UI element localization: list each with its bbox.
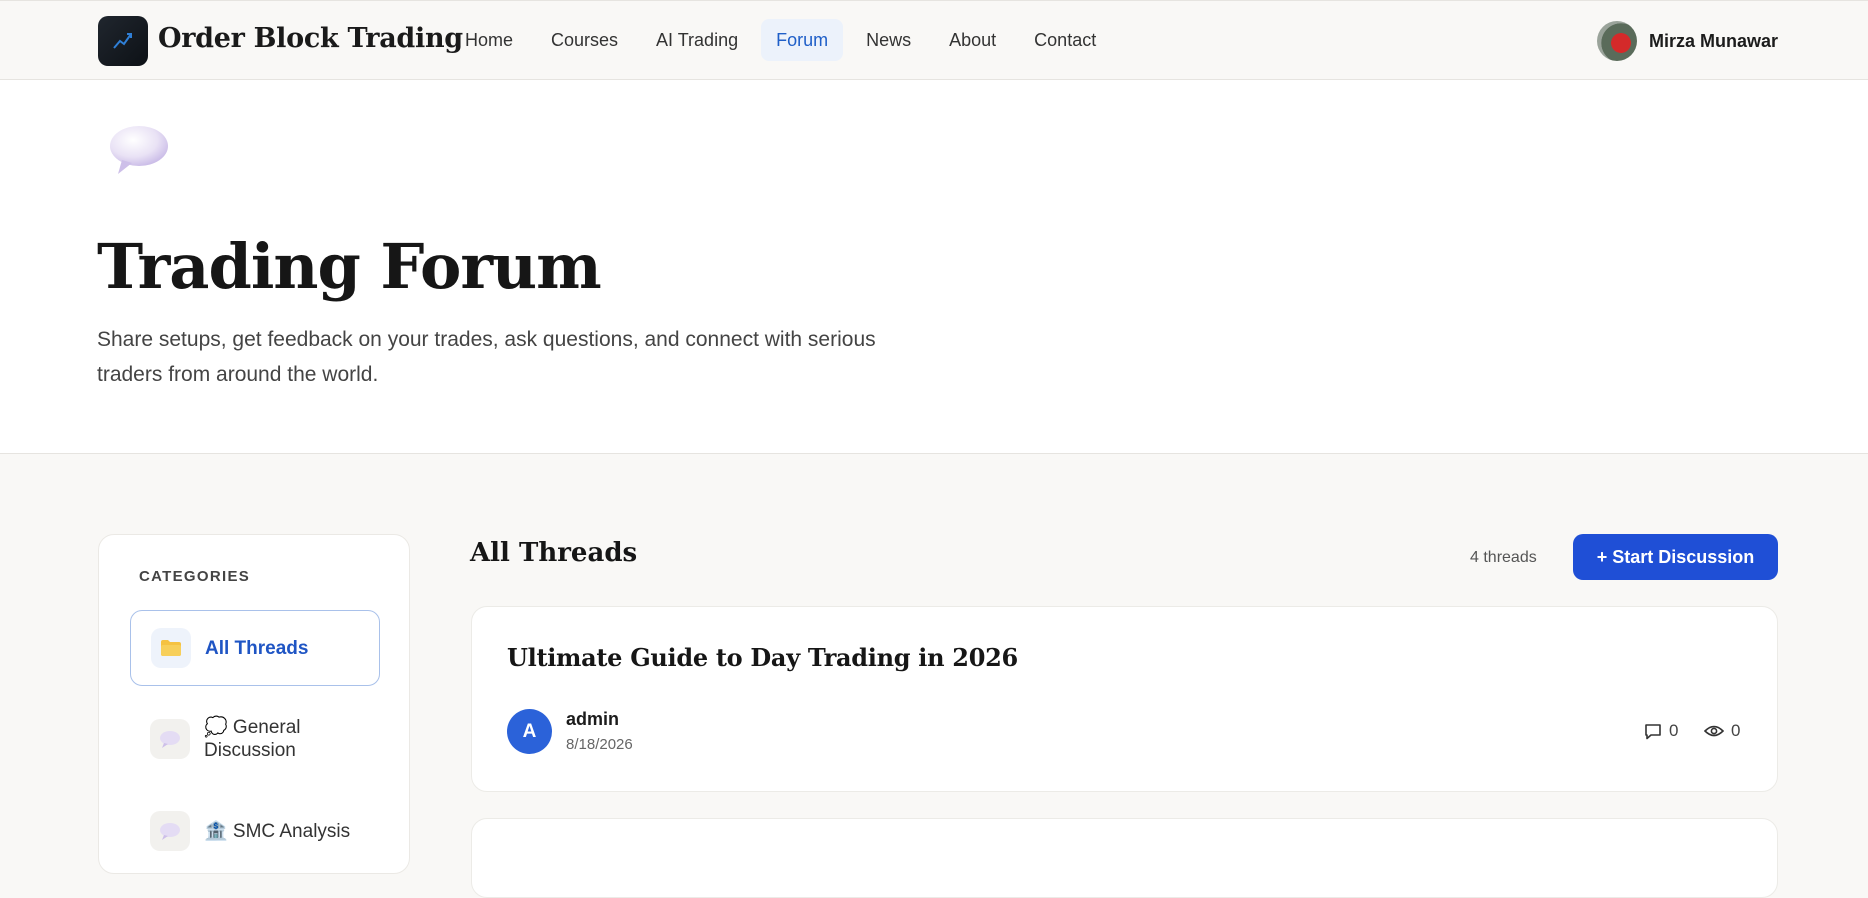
thread-card[interactable] xyxy=(471,818,1778,898)
chart-logo-icon xyxy=(113,33,132,49)
user-menu[interactable]: Mirza Munawar xyxy=(1596,21,1778,61)
thread-title[interactable]: Ultimate Guide to Day Trading in 2026 xyxy=(507,643,1018,672)
start-discussion-button[interactable]: + Start Discussion xyxy=(1573,534,1778,580)
category-all-threads[interactable]: All Threads xyxy=(130,610,380,686)
top-navbar: Order Block Trading Home Courses AI Trad… xyxy=(0,0,1868,80)
category-label: All Threads xyxy=(205,637,309,659)
thread-date: 8/18/2026 xyxy=(566,736,633,753)
nav-home[interactable]: Home xyxy=(450,19,528,61)
category-label: 🏦 SMC Analysis xyxy=(204,820,351,842)
eye-icon xyxy=(1704,725,1724,737)
brand-name[interactable]: Order Block Trading xyxy=(158,23,463,54)
nav-contact[interactable]: Contact xyxy=(1019,19,1111,61)
threads-count: 4 threads xyxy=(1470,549,1537,566)
logo[interactable] xyxy=(98,16,148,66)
speech-bubble-icon xyxy=(150,719,190,759)
main-menu: Home Courses AI Trading Forum News About… xyxy=(450,19,1111,61)
view-count-value: 0 xyxy=(1731,721,1741,740)
author-avatar: A xyxy=(507,709,552,754)
categories-heading: CATEGORIES xyxy=(139,568,251,585)
comment-count: 0 xyxy=(1644,721,1678,741)
nav-courses[interactable]: Courses xyxy=(536,19,633,61)
page-title: Trading Forum xyxy=(97,230,602,303)
author-name[interactable]: admin xyxy=(566,709,619,730)
comment-icon xyxy=(1645,723,1661,739)
view-count: 0 xyxy=(1704,721,1740,741)
hero-section: Trading Forum Share setups, get feedback… xyxy=(0,80,1868,454)
nav-ai-trading[interactable]: AI Trading xyxy=(641,19,753,61)
category-general-discussion[interactable]: 💭 General Discussion xyxy=(130,707,380,771)
page-subtitle: Share setups, get feedback on your trade… xyxy=(97,328,876,386)
nav-about[interactable]: About xyxy=(934,19,1011,61)
user-name[interactable]: Mirza Munawar xyxy=(1649,31,1778,52)
folder-icon xyxy=(151,628,191,668)
comment-count-value: 0 xyxy=(1669,721,1679,740)
nav-forum[interactable]: Forum xyxy=(761,19,844,61)
speech-bubble-icon xyxy=(150,811,190,851)
user-avatar[interactable] xyxy=(1596,21,1637,61)
category-smc-analysis[interactable]: 🏦 SMC Analysis xyxy=(130,799,380,863)
nav-news[interactable]: News xyxy=(851,19,926,61)
categories-sidebar: CATEGORIES All Threads 💭 General Discuss… xyxy=(98,534,410,874)
category-label: 💭 General Discussion xyxy=(204,717,301,761)
thread-card[interactable]: Ultimate Guide to Day Trading in 2026 A … xyxy=(471,606,1778,792)
threads-heading: All Threads xyxy=(470,538,638,568)
speech-bubble-icon xyxy=(108,124,170,181)
